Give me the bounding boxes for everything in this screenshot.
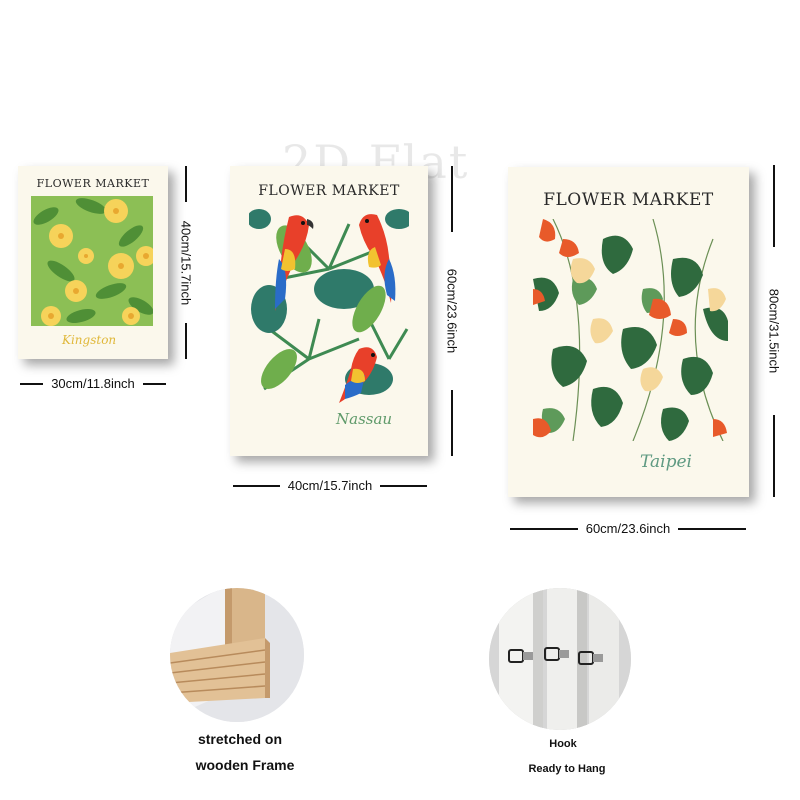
poster-nassau: FLOWER MARKET Nassau — [230, 166, 428, 456]
height-label: 60cm/23.6inch — [444, 268, 460, 354]
dimension-line — [678, 527, 746, 530]
height-dimension-kingston: 40cm/15.7inch — [176, 166, 196, 359]
poster-taipei: FLOWER MARKET Taipei — [508, 167, 749, 497]
height-label: 80cm/31.5inch — [766, 288, 782, 374]
dimension-line — [451, 390, 453, 456]
poster-artwork-leaves-flowers — [533, 219, 728, 441]
dimension-line — [510, 527, 578, 530]
wooden-frame-caption-line1: stretched on — [197, 731, 282, 747]
dimension-line — [142, 382, 166, 385]
wooden-frame-caption-line2: wooden Frame — [195, 757, 295, 773]
poster-artwork-yellow-flowers — [31, 196, 153, 326]
poster-title: FLOWER MARKET — [36, 177, 150, 190]
height-dimension-nassau: 60cm/23.6inch — [442, 166, 462, 456]
poster-city-label: Taipei — [640, 452, 692, 472]
width-label: 60cm/23.6inch — [585, 521, 671, 536]
poster-kingston: FLOWER MARKET Kingston — [18, 166, 168, 359]
width-dimension-kingston: 30cm/11.8inch — [20, 376, 166, 391]
dimension-line — [773, 165, 775, 247]
width-label: 30cm/11.8inch — [51, 376, 135, 391]
dimension-line — [20, 382, 44, 385]
poster-title: FLOWER MARKET — [543, 190, 714, 210]
hook-caption-line2: Ready to Hang — [528, 763, 606, 775]
poster-city-label: Kingston — [62, 333, 117, 347]
dimension-line — [185, 166, 187, 202]
dimension-line — [773, 415, 775, 497]
poster-artwork-parrots — [249, 209, 409, 403]
poster-title: FLOWER MARKET — [258, 183, 400, 199]
dimension-line — [380, 484, 427, 487]
width-label: 40cm/15.7inch — [287, 478, 373, 493]
dimension-line — [233, 484, 280, 487]
dimension-line — [185, 323, 187, 359]
poster-city-label: Nassau — [336, 410, 393, 428]
width-dimension-nassau: 40cm/15.7inch — [233, 478, 427, 493]
wooden-frame-photo — [170, 588, 304, 722]
height-dimension-taipei: 80cm/31.5inch — [764, 165, 784, 497]
width-dimension-taipei: 60cm/23.6inch — [510, 521, 746, 536]
hook-photo — [489, 588, 631, 730]
hook-caption-line1: Hook — [549, 738, 577, 750]
dimension-line — [451, 166, 453, 232]
height-label: 40cm/15.7inch — [178, 220, 194, 305]
